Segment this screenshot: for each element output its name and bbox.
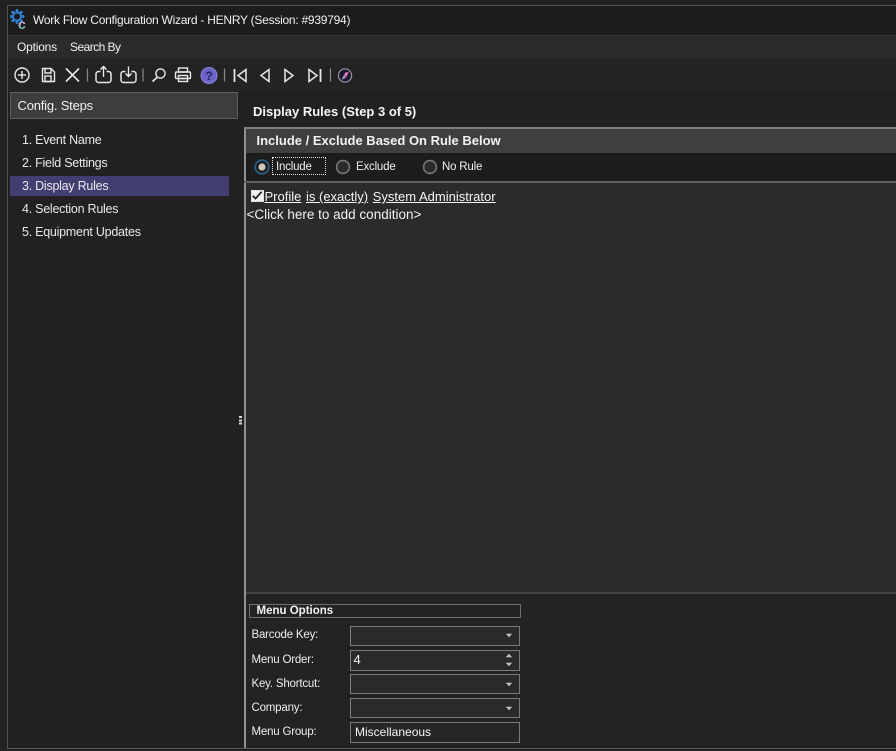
svg-text:c: c: [18, 16, 26, 31]
svg-text:?: ?: [205, 69, 212, 83]
